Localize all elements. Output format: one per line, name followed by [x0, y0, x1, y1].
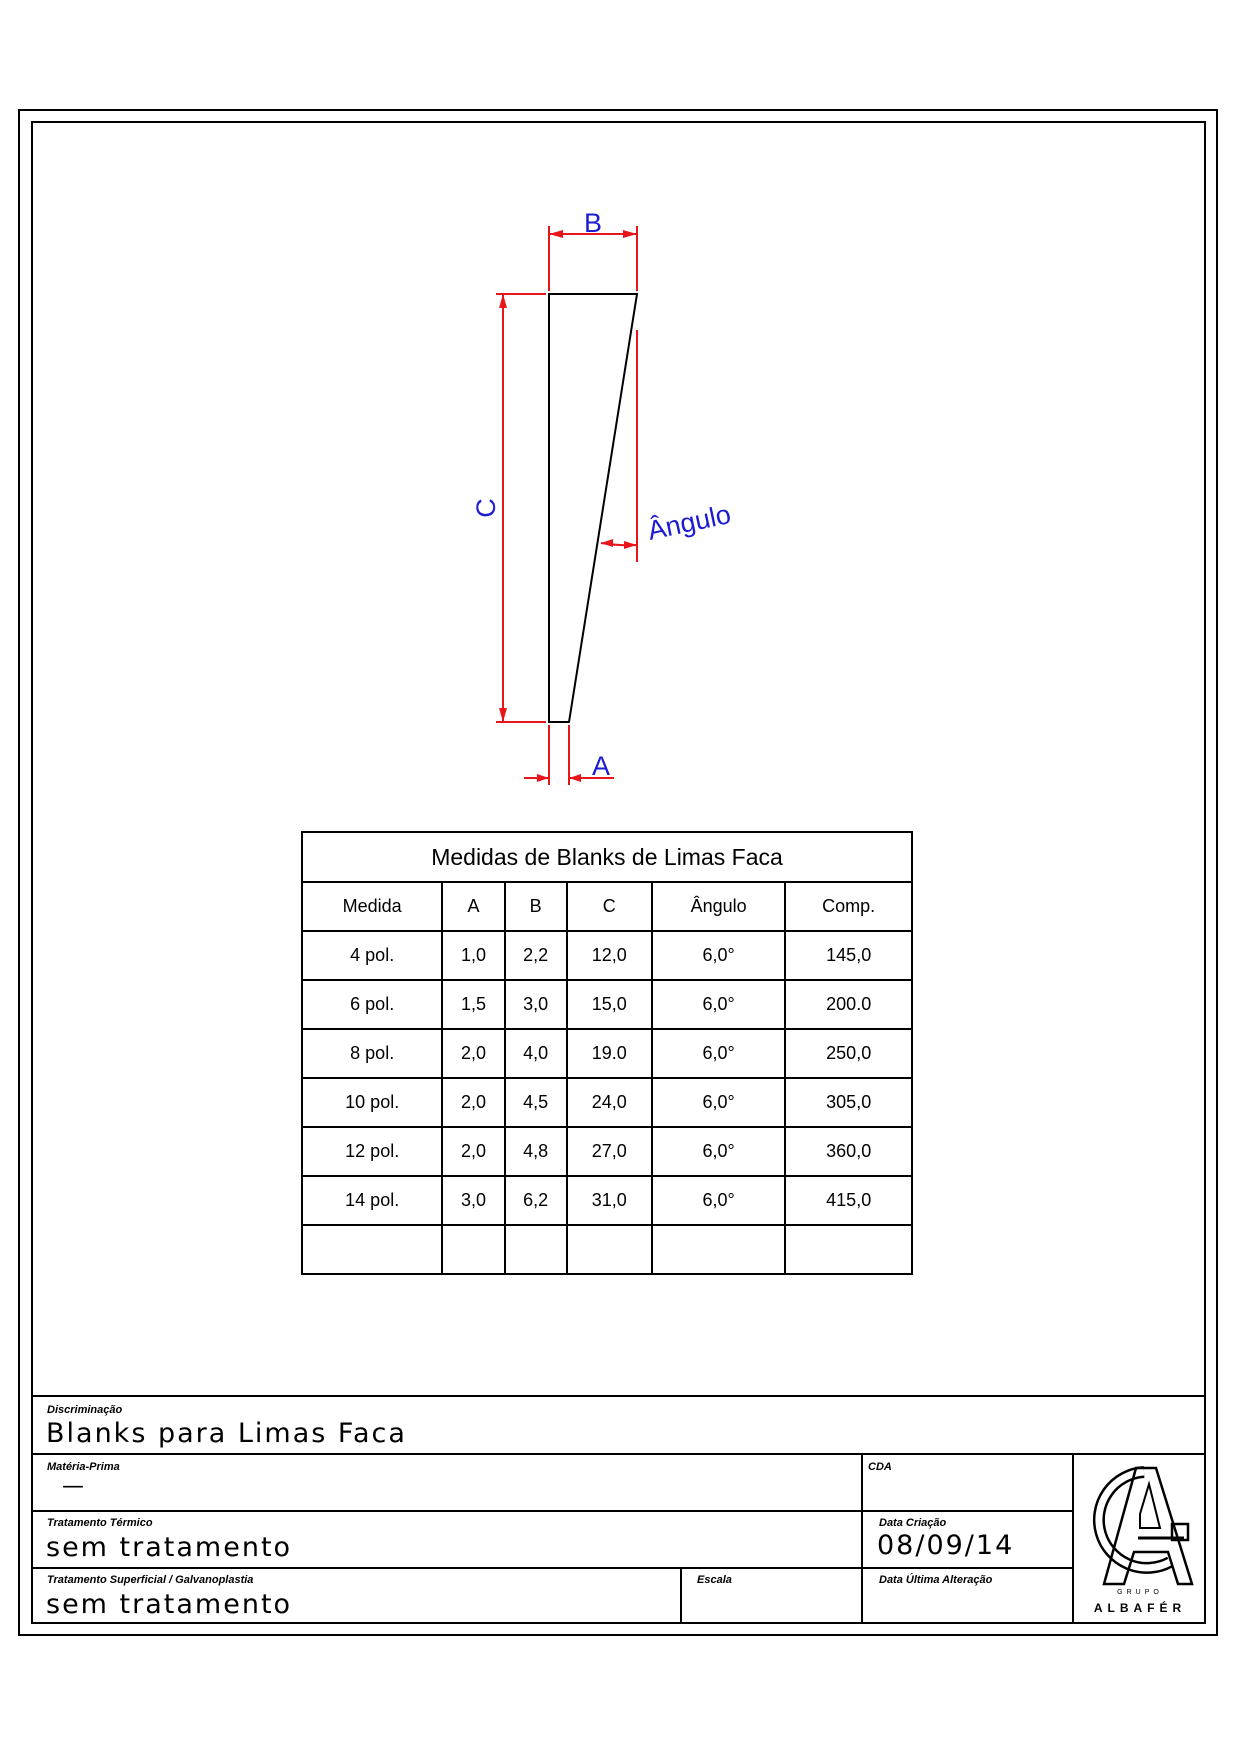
dimension-angle: [600, 330, 638, 562]
title-block-divider: [861, 1453, 863, 1624]
dimension-b-label: B: [584, 208, 602, 238]
table-cell: 27,0: [565, 1126, 653, 1177]
table-cell: 8 pol.: [300, 1028, 444, 1079]
column-header: A: [441, 881, 506, 932]
table-cell: 250,0: [784, 1028, 913, 1079]
column-header: B: [503, 881, 568, 932]
title-block-divider: [31, 1453, 1206, 1455]
table-cell: 12 pol.: [300, 1126, 444, 1177]
table-cell: [565, 1224, 653, 1275]
title-block-divider: [31, 1510, 1073, 1512]
albafer-logo: GRUPO ALBAFÉR: [1092, 1466, 1194, 1615]
table-cell: 31,0: [565, 1175, 653, 1226]
table-cell: 4 pol.: [300, 930, 444, 981]
tratamento-superficial-value: sem tratamento: [46, 1589, 293, 1620]
column-header: Medida: [300, 881, 444, 932]
cda-label: CDA: [868, 1461, 892, 1473]
table-cell: 145,0: [784, 930, 913, 981]
table-row: 8 pol. 2,0 4,0 19.0 6,0° 250,0: [300, 1028, 913, 1079]
table-cell: 415,0: [784, 1175, 913, 1226]
title-block-divider: [680, 1567, 682, 1624]
dimensions-table: Medidas de Blanks de Limas Faca Medida A…: [300, 831, 913, 1275]
data-criacao-label: Data Criação: [879, 1517, 947, 1529]
table-cell: 15,0: [565, 979, 653, 1030]
table-title-row: Medidas de Blanks de Limas Faca: [301, 831, 913, 883]
table-cell: 4,8: [503, 1126, 568, 1177]
table-cell: 2,0: [441, 1077, 506, 1128]
table-cell: 4,0: [503, 1028, 568, 1079]
table-header-row: Medida A B C Ângulo Comp.: [300, 881, 913, 932]
table-title: Medidas de Blanks de Limas Faca: [301, 831, 913, 883]
table-cell: 3,0: [441, 1175, 506, 1226]
table-cell: 10 pol.: [300, 1077, 444, 1128]
table-cell: 6 pol.: [300, 979, 444, 1030]
table-cell: 6,0°: [650, 979, 787, 1030]
dimension-c-label: C: [471, 498, 501, 518]
table-cell: 19.0: [565, 1028, 653, 1079]
materia-prima-value: —: [62, 1474, 86, 1499]
table-cell: [784, 1224, 913, 1275]
tratamento-superficial-label: Tratamento Superficial / Galvanoplastia: [47, 1574, 254, 1586]
column-header: Comp.: [784, 881, 913, 932]
escala-label: Escala: [697, 1574, 732, 1586]
table-cell: 3,0: [503, 979, 568, 1030]
column-header: Ângulo: [650, 881, 787, 932]
table-cell: 200.0: [784, 979, 913, 1030]
title-block-divider: [31, 1567, 1073, 1569]
table-row-empty: [300, 1224, 913, 1275]
table-cell: 305,0: [784, 1077, 913, 1128]
table-cell: 14 pol.: [300, 1175, 444, 1226]
table-cell: 2,0: [441, 1028, 506, 1079]
column-header: C: [565, 881, 653, 932]
table-row: 4 pol. 1,0 2,2 12,0 6,0° 145,0: [300, 930, 913, 981]
table-row: 10 pol. 2,0 4,5 24,0 6,0° 305,0: [300, 1077, 913, 1128]
table-cell: 2,0: [441, 1126, 506, 1177]
table-cell: 6,0°: [650, 930, 787, 981]
tratamento-termico-value: sem tratamento: [46, 1532, 293, 1563]
logo-top-text: GRUPO: [1117, 1589, 1163, 1596]
table-row: 12 pol. 2,0 4,8 27,0 6,0° 360,0: [300, 1126, 913, 1177]
data-ultima-alteracao-label: Data Última Alteração: [879, 1574, 993, 1586]
table-cell: 6,2: [503, 1175, 568, 1226]
dimension-a-label: A: [592, 751, 610, 781]
table-cell: 6,0°: [650, 1126, 787, 1177]
discriminacao-value: Blanks para Limas Faca: [46, 1418, 407, 1449]
table-cell: 2,2: [503, 930, 568, 981]
table-cell: [441, 1224, 506, 1275]
table-cell: 6,0°: [650, 1175, 787, 1226]
discriminacao-label: Discriminação: [47, 1404, 123, 1416]
table-cell: [300, 1224, 444, 1275]
blank-outline: [548, 293, 639, 723]
table-cell: 24,0: [565, 1077, 653, 1128]
dimension-angle-label: Ângulo: [645, 498, 734, 546]
table-cell: [650, 1224, 787, 1275]
drawing-sheet: B C A Ângulo Medidas de Blanks de Limas …: [0, 0, 1240, 1754]
tratamento-termico-label: Tratamento Térmico: [47, 1517, 153, 1529]
materia-prima-label: Matéria-Prima: [47, 1461, 120, 1473]
table-cell: 4,5: [503, 1077, 568, 1128]
table-cell: [503, 1224, 568, 1275]
title-block-divider: [31, 1395, 1206, 1397]
table-cell: 6,0°: [650, 1077, 787, 1128]
table-row: 6 pol. 1,5 3,0 15,0 6,0° 200.0: [300, 979, 913, 1030]
table-cell: 12,0: [565, 930, 653, 981]
table-cell: 6,0°: [650, 1028, 787, 1079]
table-cell: 360,0: [784, 1126, 913, 1177]
logo-text: ALBAFÉR: [1094, 1600, 1186, 1615]
table-cell: 1,5: [441, 979, 506, 1030]
data-criacao-value: 08/09/14: [877, 1530, 1015, 1561]
table-row: 14 pol. 3,0 6,2 31,0 6,0° 415,0: [300, 1175, 913, 1226]
table-cell: 1,0: [441, 930, 506, 981]
dimension-c: [496, 293, 546, 723]
